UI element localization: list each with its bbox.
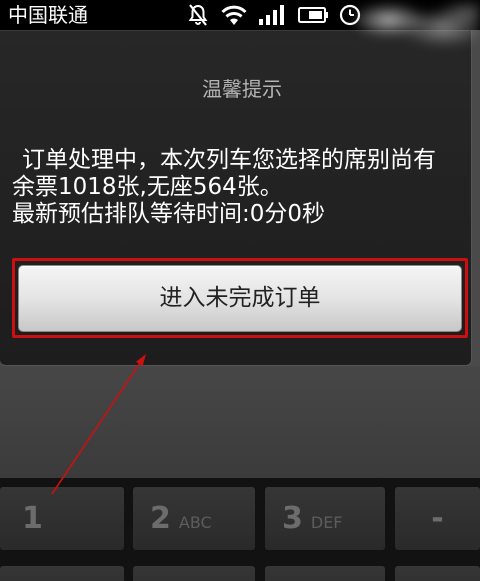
phone-screen: 中国联通 温馨提示 订单处理中，本次列车您选择的席别尚有 余票1018张,无座5… bbox=[0, 0, 480, 581]
dialog-message: 订单处理中，本次列车您选择的席别尚有 余票1018张,无座564张。 最新预估排… bbox=[12, 147, 464, 228]
key-digit: 2 bbox=[150, 501, 171, 536]
dimmed-background bbox=[0, 366, 480, 478]
message-line: 订单处理中，本次列车您选择的席别尚有 bbox=[22, 147, 436, 173]
key-digit: - bbox=[431, 501, 444, 536]
keypad-key[interactable] bbox=[395, 566, 480, 581]
message-line: 最新预估排队等待时间:0分0秒 bbox=[12, 201, 326, 227]
keypad-key[interactable] bbox=[0, 566, 124, 581]
key-letters: ABC bbox=[178, 513, 212, 532]
keypad-key-2[interactable]: 2 ABC bbox=[133, 487, 255, 550]
key-digit: 1 bbox=[22, 501, 43, 536]
keypad-key-dash[interactable]: - bbox=[395, 487, 480, 550]
alert-dialog: 温馨提示 订单处理中，本次列车您选择的席别尚有 余票1018张,无座564张。 … bbox=[0, 30, 472, 366]
key-digit: 3 bbox=[282, 501, 303, 536]
carrier-name: 中国联通 bbox=[8, 3, 88, 27]
keypad-key[interactable] bbox=[265, 566, 385, 581]
battery-icon bbox=[298, 7, 328, 23]
enter-unfinished-order-button[interactable]: 进入未完成订单 bbox=[18, 265, 462, 332]
blurred-status-area bbox=[350, 0, 480, 50]
dialog-title: 温馨提示 bbox=[202, 77, 282, 101]
keypad-key-1[interactable]: 1 bbox=[0, 487, 124, 550]
key-letters: DEF bbox=[310, 513, 343, 532]
signal-icon bbox=[259, 5, 284, 25]
numeric-keypad: 1 2 ABC 3 DEF - bbox=[0, 478, 480, 581]
wifi-icon bbox=[221, 5, 247, 25]
keypad-key-3[interactable]: 3 DEF bbox=[265, 487, 385, 550]
mute-icon bbox=[188, 4, 208, 26]
message-line: 余票1018张,无座564张。 bbox=[12, 174, 283, 200]
keypad-key[interactable] bbox=[133, 566, 255, 581]
